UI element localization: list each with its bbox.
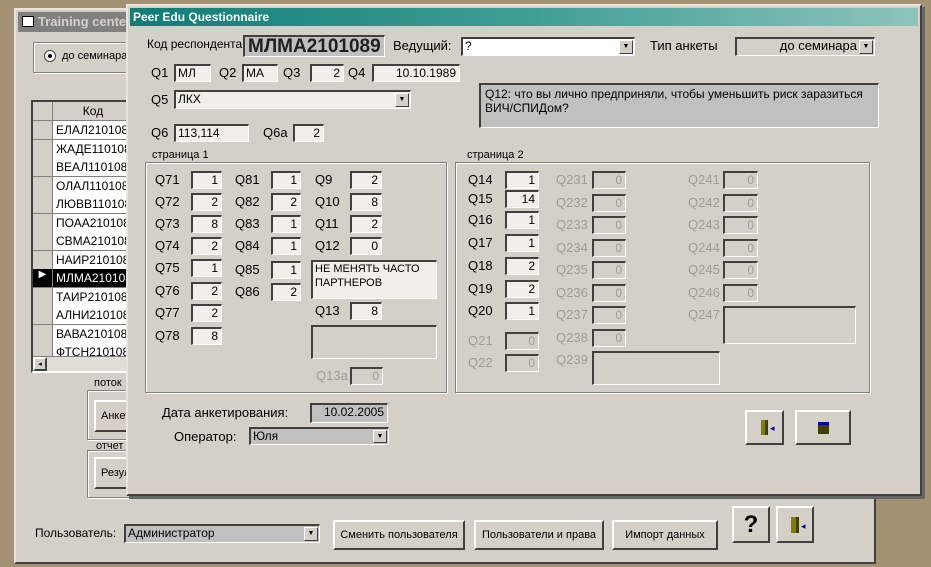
row-selector[interactable]	[33, 287, 53, 306]
exit-door-icon: ◂	[761, 420, 775, 435]
q2-label: Q2	[219, 65, 237, 80]
radio-label: до семинара	[62, 50, 128, 62]
host-label: Ведущий:	[393, 38, 452, 53]
q5-label: Q5	[151, 92, 169, 107]
radio-before-seminar[interactable]: до семинара	[44, 50, 127, 62]
chevron-down-icon[interactable]: ▼	[619, 40, 633, 54]
q247-label: Q247	[688, 307, 720, 322]
table-row[interactable]: СВМА210108	[33, 232, 129, 251]
help-button[interactable]: ?	[732, 506, 770, 543]
floppy-save-icon	[817, 421, 829, 434]
cell-code: НАИР210108	[53, 250, 129, 269]
cell-code: АЛНИ210108	[53, 306, 129, 324]
q1-field[interactable]: МЛ	[174, 64, 211, 82]
chevron-down-icon[interactable]: ▼	[373, 430, 387, 443]
q2-field[interactable]: МА	[242, 64, 278, 82]
row-selector[interactable]	[33, 306, 53, 324]
table-row[interactable]: ВАВА210108	[33, 324, 129, 344]
page1-label: страница 1	[152, 149, 209, 161]
cell-code: ВЕАЛ110108	[53, 158, 129, 176]
row-selector[interactable]	[33, 250, 53, 269]
table-row[interactable]: НАИР210108	[33, 250, 129, 270]
q6a-label: Q6a	[263, 125, 288, 140]
chevron-down-icon[interactable]: ▼	[395, 93, 409, 107]
table-row[interactable]: АЛНИ210108	[33, 306, 129, 325]
q3-field[interactable]: 2	[310, 64, 344, 82]
cell-code: СВМА210108	[53, 232, 129, 250]
form-icon	[22, 16, 34, 27]
exit-button[interactable]: ◂	[776, 506, 814, 543]
table-row[interactable]: ЖАДЕ110108	[33, 139, 129, 159]
row-selector[interactable]	[33, 121, 53, 139]
radio-icon	[44, 50, 56, 62]
column-header-code[interactable]: Код	[53, 102, 129, 120]
row-selector[interactable]	[33, 195, 53, 213]
row-selector[interactable]	[33, 232, 53, 250]
row-selector[interactable]	[33, 176, 53, 195]
user-select[interactable]: Администратор ▼	[124, 524, 320, 543]
cell-code: ТАИР210108	[53, 287, 129, 306]
horizontal-scrollbar[interactable]: ◂	[33, 356, 129, 371]
page2-label: страница 2	[467, 149, 524, 161]
cell-code: ЖАДЕ110108	[53, 139, 129, 158]
cell-code: ОЛАЛ110108	[53, 176, 129, 195]
list-header: Код	[33, 102, 129, 121]
row-selector[interactable]: ▶	[33, 269, 53, 287]
cell-code: ЕЛАЛ210108	[53, 121, 129, 139]
q5-select[interactable]: ЛКХ ▼	[174, 90, 411, 109]
row-selector[interactable]	[33, 324, 53, 343]
operator-label: Оператор:	[174, 429, 237, 444]
host-select[interactable]: ? ▼	[461, 37, 635, 56]
chevron-down-icon[interactable]: ▼	[859, 40, 873, 54]
q6a-field[interactable]: 2	[293, 124, 324, 142]
type-label: Тип анкеты	[650, 38, 718, 53]
table-row[interactable]: ПОАА210108	[33, 213, 129, 233]
q4-field[interactable]: 10.10.1989	[372, 64, 460, 82]
close-dialog-button[interactable]: ◂	[745, 410, 784, 445]
operator-select[interactable]: Юля ▼	[249, 427, 389, 445]
save-button[interactable]	[795, 410, 851, 445]
q3-label: Q3	[283, 65, 301, 80]
question-text: Q12: что вы лично предприняли, чтобы уме…	[479, 83, 879, 128]
q4-label: Q4	[348, 65, 366, 80]
table-row[interactable]: ЕЛАЛ210108	[33, 121, 129, 140]
exit-door-icon: ◂	[791, 516, 806, 533]
change-user-button[interactable]: Сменить пользователя	[333, 520, 465, 550]
cell-code: ЛЮВВ110108	[53, 195, 129, 213]
user-label: Пользователь:	[35, 526, 117, 540]
q239-label: Q239	[556, 352, 588, 367]
scroll-left-button[interactable]: ◂	[33, 357, 47, 371]
table-row[interactable]: ТАИР210108	[33, 287, 129, 307]
q12-answer-field[interactable]: НЕ МЕНЯТЬ ЧАСТО ПАРТНЕРОВ	[311, 260, 437, 299]
back-window-title: Training center	[38, 14, 132, 29]
date-label: Дата анкетирования:	[162, 405, 289, 420]
table-row[interactable]: ВЕАЛ110108	[33, 158, 129, 177]
type-select[interactable]: до семинара ▼	[735, 37, 875, 56]
stream-group-label: поток	[94, 377, 122, 389]
chevron-down-icon[interactable]: ▼	[304, 527, 318, 541]
cell-code: ВАВА210108	[53, 324, 129, 343]
respondent-code-field[interactable]: МЛМА2101089	[243, 35, 385, 57]
row-selector[interactable]	[33, 139, 53, 158]
cell-code: ПОАА210108	[53, 213, 129, 232]
table-row[interactable]: ▶ МЛМА210108	[33, 269, 129, 288]
q13-text-field[interactable]	[311, 325, 437, 359]
import-data-button[interactable]: Импорт данных	[612, 520, 718, 550]
table-row[interactable]: ЛЮВВ110108	[33, 195, 129, 214]
dialog-titlebar: Peer Edu Questionnaire	[130, 8, 918, 26]
q239-field	[592, 351, 720, 385]
users-rights-button[interactable]: Пользователи и права	[474, 520, 604, 550]
q247-field	[723, 306, 856, 344]
respondent-list[interactable]: Код ЕЛАЛ210108 ЖАДЕ110108 ВЕАЛ110108 ОЛАЛ11…	[31, 100, 131, 373]
q6-field[interactable]: 113,114	[174, 124, 249, 142]
q6-label: Q6	[151, 125, 169, 140]
cell-code: МЛМА210108	[53, 269, 129, 287]
table-row[interactable]: ОЛАЛ110108	[33, 176, 129, 196]
row-selector[interactable]	[33, 213, 53, 232]
respondent-label: Код респондента	[147, 37, 243, 51]
row-selector[interactable]	[33, 158, 53, 176]
survey-date-field[interactable]: 10.02.2005	[310, 403, 388, 423]
q1-label: Q1	[151, 65, 169, 80]
dialog-title: Peer Edu Questionnaire	[133, 10, 270, 24]
